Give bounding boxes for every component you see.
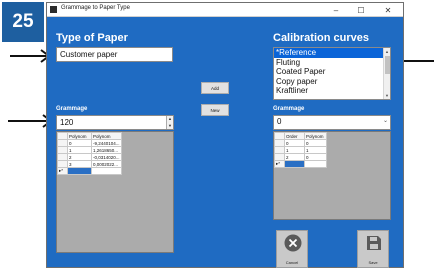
chevron-down-icon[interactable]: ⌄	[383, 116, 388, 126]
grammage-label-right: Grammage	[273, 106, 305, 112]
polynom-grid-left[interactable]: Polynom Polynom 0 -9,2440104... 1 1,2618…	[56, 131, 174, 253]
table-row[interactable]: 0 0	[274, 139, 327, 147]
table-cell[interactable]	[67, 167, 92, 175]
table-cell[interactable]: 0	[304, 139, 327, 147]
new-row-marker: ▸*	[274, 160, 285, 168]
step-number-badge: 25	[2, 2, 44, 42]
close-button[interactable]: ✕	[377, 3, 399, 17]
chevron-up-icon[interactable]: ▲	[384, 48, 390, 55]
save-label: Save	[368, 260, 378, 265]
table-cell[interactable]: 0	[67, 139, 92, 147]
calibration-curves-list[interactable]: *Reference Fluting Coated Paper Copy pap…	[273, 47, 391, 100]
floppy-disk-icon	[367, 236, 381, 250]
table-cell[interactable]: 1	[67, 146, 92, 154]
row-header[interactable]	[274, 153, 285, 161]
paper-name-input[interactable]: Customer paper	[56, 47, 173, 62]
table-cell[interactable]: 0	[304, 153, 327, 161]
table-row[interactable]: 2 0	[274, 153, 327, 161]
new-row-marker: ▸*	[57, 167, 68, 175]
add-button[interactable]: Add	[201, 82, 229, 94]
polynom-grid-right[interactable]: Order Polynom 0 0 1 1 2 0 ▸*	[273, 131, 391, 220]
grammage-select[interactable]: 0 ⌄	[273, 115, 391, 130]
table-cell[interactable]: 1	[284, 146, 305, 154]
row-header[interactable]	[57, 146, 68, 154]
table-header-row: Polynom Polynom	[57, 132, 122, 140]
row-header-corner	[57, 132, 68, 140]
new-row[interactable]: ▸*	[274, 160, 327, 168]
row-header[interactable]	[274, 146, 285, 154]
window-title: Grammage to Paper Type	[61, 5, 130, 11]
grammage-label: Grammage	[56, 106, 88, 112]
table-cell[interactable]: 3	[67, 160, 92, 168]
table-row[interactable]: 1 1,2618650...	[57, 146, 122, 154]
row-header-corner	[274, 132, 285, 140]
table-cell[interactable]: 2	[67, 153, 92, 161]
table-cell[interactable]: 1	[304, 146, 327, 154]
save-button[interactable]: Save	[357, 230, 389, 268]
table-row[interactable]: 2 -0,0314020...	[57, 153, 122, 161]
grammage-window: Grammage to Paper Type – ☐ ✕ Type of Pap…	[46, 2, 404, 268]
table-cell[interactable]	[91, 167, 122, 175]
table-cell[interactable]	[284, 160, 305, 168]
x-circle-icon	[284, 234, 302, 252]
table-cell[interactable]: 0	[284, 139, 305, 147]
maximize-button[interactable]: ☐	[350, 3, 372, 17]
table-cell[interactable]: -9,2440104...	[91, 139, 122, 147]
screenshot-stage: 25 Grammage to Paper Type – ☐ ✕ Type of …	[0, 0, 434, 269]
app-icon	[50, 6, 57, 13]
column-header[interactable]: Polynom	[91, 132, 122, 140]
list-item[interactable]: Coated Paper	[274, 67, 390, 77]
cancel-button[interactable]: Cancel	[276, 230, 308, 268]
list-item[interactable]: Copy paper	[274, 77, 390, 87]
table-row[interactable]: 1 1	[274, 146, 327, 154]
cancel-label: Cancel	[285, 260, 299, 265]
table-cell[interactable]: 1,2618650...	[91, 146, 122, 154]
scrollbar-thumb[interactable]	[385, 56, 390, 74]
list-item[interactable]: *Reference	[274, 48, 390, 58]
polynom-table-left: Polynom Polynom 0 -9,2440104... 1 1,2618…	[57, 132, 122, 175]
chevron-down-icon[interactable]: ▼	[167, 123, 173, 130]
title-bar: Grammage to Paper Type – ☐ ✕	[47, 3, 403, 17]
new-button[interactable]: New	[201, 104, 229, 116]
row-header[interactable]	[274, 139, 285, 147]
table-cell[interactable]: -0,0314020...	[91, 153, 122, 161]
list-item[interactable]: Kraftliner	[274, 86, 390, 96]
new-row[interactable]: ▸*	[57, 167, 122, 175]
table-cell[interactable]: 2	[284, 153, 305, 161]
column-header[interactable]: Polynom	[304, 132, 327, 140]
type-of-paper-heading: Type of Paper	[56, 32, 128, 44]
table-cell[interactable]: 0,0002022...	[91, 160, 122, 168]
calibration-curves-heading: Calibration curves	[273, 32, 369, 44]
row-header[interactable]	[57, 153, 68, 161]
grammage-select-value: 0	[277, 117, 282, 126]
grammage-value: 120	[60, 118, 74, 127]
list-item[interactable]: Fluting	[274, 58, 390, 68]
column-header[interactable]: Polynom	[67, 132, 92, 140]
table-row[interactable]: 3 0,0002022...	[57, 160, 122, 168]
grammage-stepper[interactable]: ▲ ▼	[166, 116, 173, 129]
table-cell[interactable]	[304, 160, 327, 168]
chevron-down-icon[interactable]: ▼	[384, 92, 390, 99]
list-scrollbar[interactable]: ▲ ▼	[383, 48, 390, 99]
polynom-table-right: Order Polynom 0 0 1 1 2 0 ▸*	[274, 132, 327, 168]
minimize-button[interactable]: –	[325, 3, 347, 17]
table-row[interactable]: 0 -9,2440104...	[57, 139, 122, 147]
grammage-input[interactable]: 120 ▲ ▼	[56, 115, 174, 130]
column-header[interactable]: Order	[284, 132, 305, 140]
table-header-row: Order Polynom	[274, 132, 327, 140]
row-header[interactable]	[57, 139, 68, 147]
row-header[interactable]	[57, 160, 68, 168]
